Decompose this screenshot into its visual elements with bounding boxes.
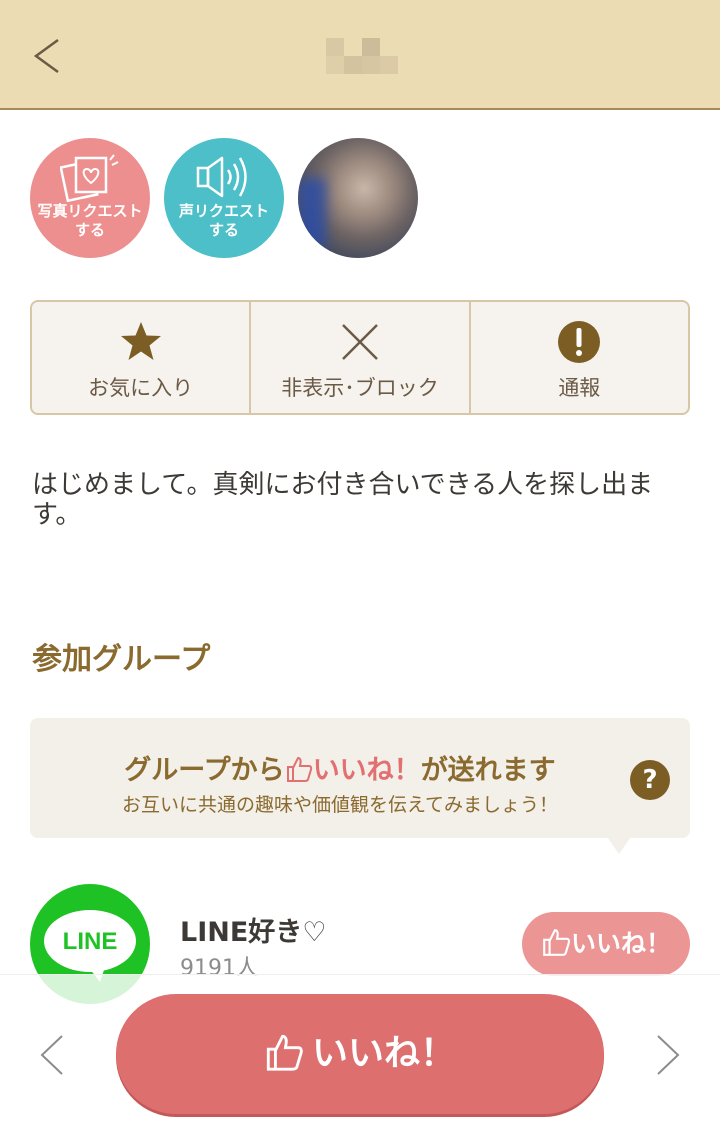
next-profile-chevron-icon[interactable] (646, 1030, 686, 1080)
favorite-label: お気に入り (88, 376, 194, 400)
profile-photo-avatar[interactable] (298, 138, 418, 258)
thumbs-up-icon (286, 756, 312, 782)
main-like-button[interactable]: いいね！ (116, 994, 604, 1114)
info-headline-suffix: が送れます (420, 755, 556, 786)
info-subtext: お互いに共通の趣味や価値観を伝えてみましょう！ (121, 794, 559, 816)
groups-section-title: 参加グループ (32, 642, 211, 677)
favorite-button[interactable]: お気に入り (32, 302, 252, 413)
previous-profile-chevron-icon[interactable] (34, 1030, 74, 1080)
close-x-icon (342, 324, 378, 360)
profile-action-bar: お気に入り 非表示･ブロック 通報 (30, 300, 690, 415)
thumbs-up-icon (543, 929, 571, 956)
report-label: 通報 (558, 376, 601, 400)
voice-request-button[interactable]: 声リクエスト する (164, 138, 284, 258)
line-logo-text: LINE (62, 928, 118, 955)
info-headline-prefix: グループから (124, 755, 285, 786)
voice-request-label: 声リクエスト する (178, 202, 269, 239)
page-title-blurred (326, 38, 400, 76)
photo-request-button[interactable]: 写真リクエスト する (30, 138, 150, 258)
star-icon (120, 322, 161, 360)
info-headline: グループから いいね！が送れます (30, 748, 650, 787)
info-headline-like: いいね！ (312, 755, 421, 786)
group-name[interactable]: LINE好き♡ (180, 910, 327, 949)
help-question-icon[interactable]: ? (630, 760, 670, 800)
profile-intro-text: はじめまして。真剣にお付き合いできる人を探し出ます。 (32, 470, 654, 530)
main-like-label: いいね！ (311, 1033, 456, 1074)
speaker-icon (196, 156, 247, 198)
photo-heart-icon (60, 154, 119, 202)
app-header (0, 0, 720, 110)
back-chevron-icon[interactable] (26, 30, 76, 80)
hide-block-button[interactable]: 非表示･ブロック (251, 302, 471, 413)
group-like-info-box: グループから いいね！が送れます お互いに共通の趣味や価値観を伝えてみましょう！ … (30, 718, 690, 854)
photo-request-label: 写真リクエスト する (37, 202, 143, 239)
exclamation-circle-icon (558, 321, 601, 363)
report-button[interactable]: 通報 (471, 302, 688, 413)
thumbs-up-icon (266, 1034, 303, 1071)
group-like-label: いいね！ (570, 929, 671, 958)
hide-block-label: 非表示･ブロック (281, 376, 439, 400)
group-like-button[interactable]: いいね！ (522, 912, 690, 976)
